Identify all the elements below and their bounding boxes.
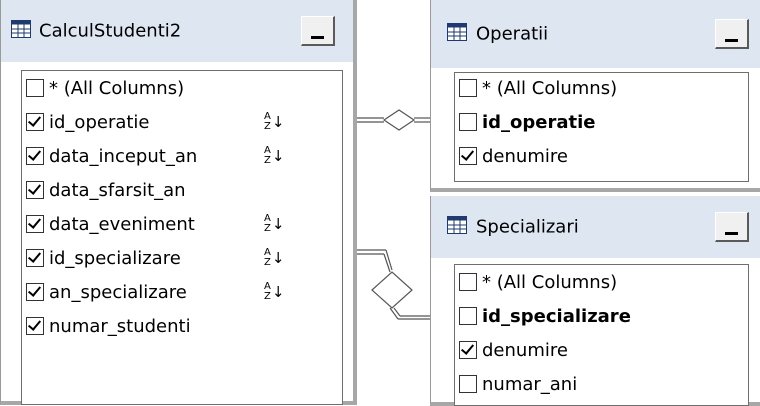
relationship-lines <box>357 109 430 320</box>
relationship-specializari[interactable] <box>357 249 430 320</box>
relationship-operatii[interactable] <box>357 109 430 131</box>
